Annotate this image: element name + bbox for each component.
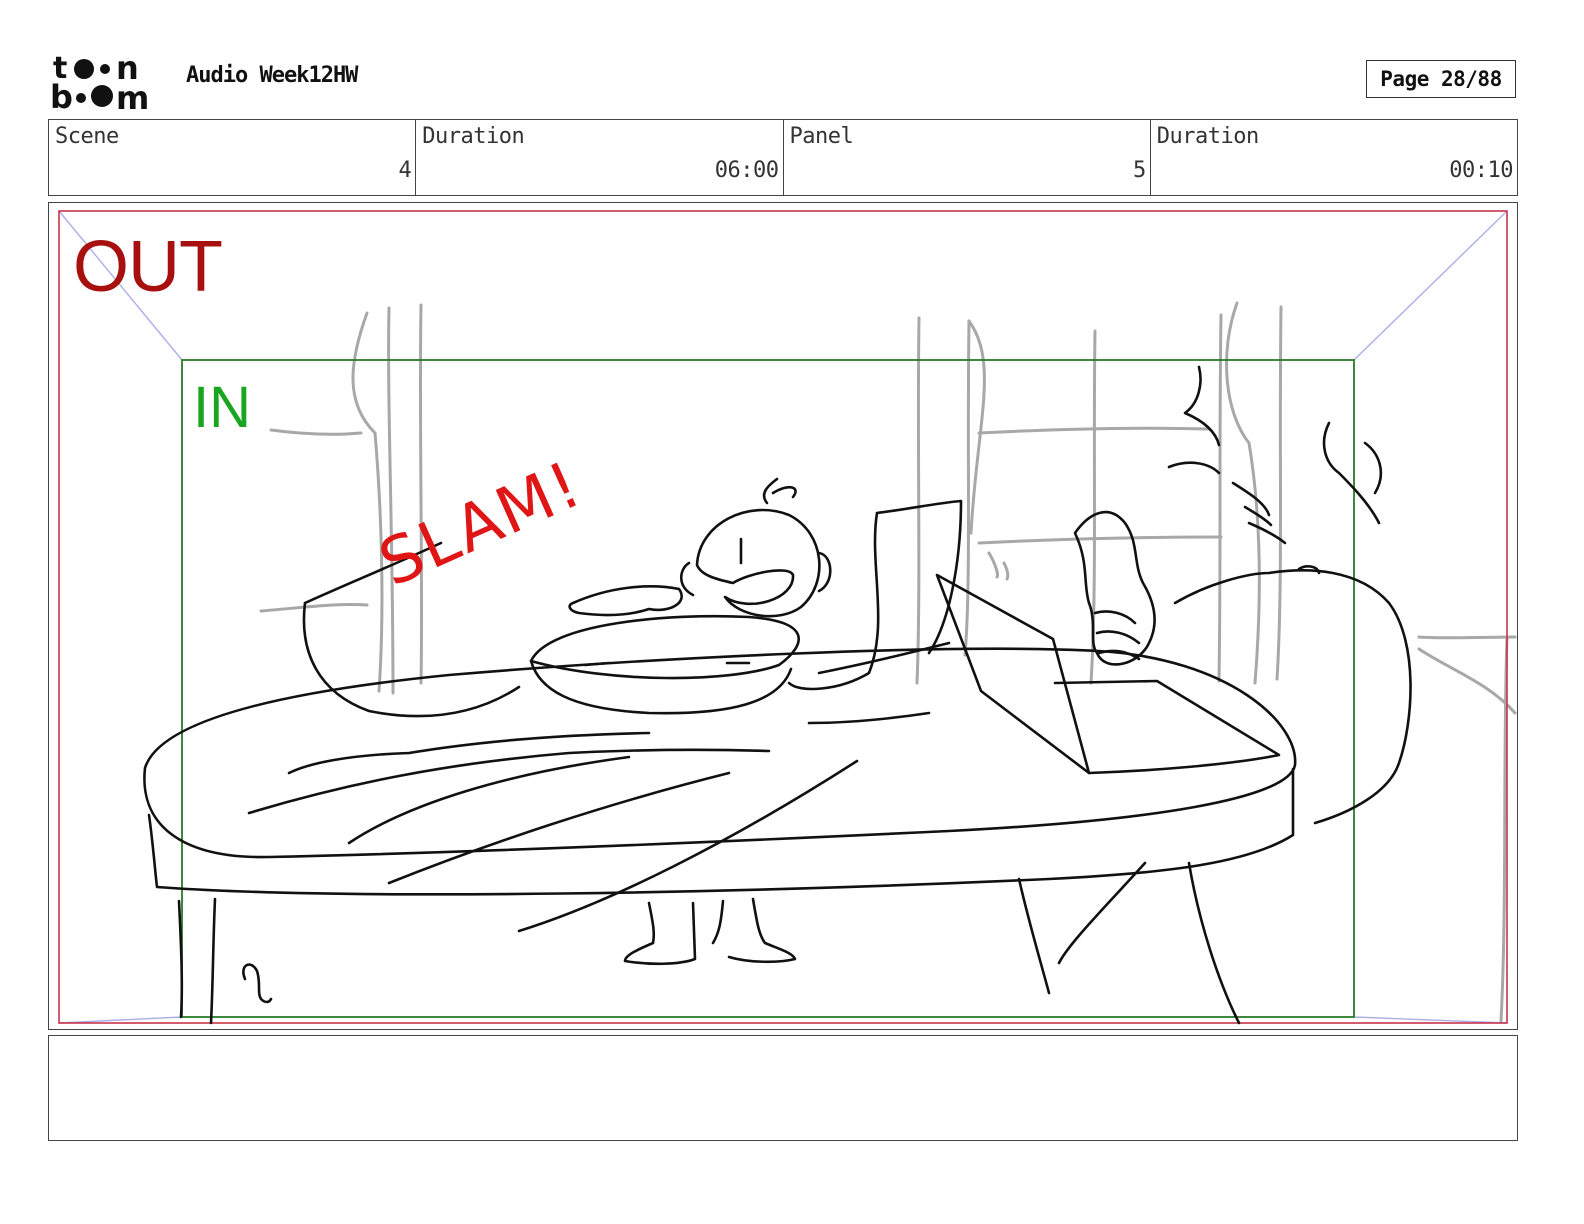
storyboard-sketch: [58, 210, 1517, 1025]
page-indicator: Page 28/88: [1366, 60, 1516, 98]
panel-info-row: Scene 4 Duration 06:00 Panel 5 Duration …: [48, 119, 1518, 196]
panel-value: 5: [1133, 158, 1146, 183]
storyboard-panel: OUT IN SLAM!: [48, 202, 1518, 1030]
out-frame: [58, 210, 1508, 1024]
panel-duration-cell: Duration 00:10: [1151, 120, 1517, 195]
panel-duration-value: 00:10: [1449, 158, 1513, 183]
scene-value: 4: [398, 158, 412, 183]
scene-duration-label: Duration: [422, 124, 525, 149]
svg-text:b: b: [50, 78, 73, 112]
toon-boom-logo-icon: t n b m: [50, 50, 149, 112]
scene-duration-cell: Duration 06:00: [416, 120, 784, 195]
panel-cell: Panel 5: [784, 120, 1151, 195]
scene-cell: Scene 4: [49, 120, 417, 195]
panel-notes-box: [48, 1035, 1518, 1141]
scene-duration-value: 06:00: [714, 158, 779, 183]
in-frame-label: IN: [193, 375, 251, 440]
panel-label: Panel: [789, 124, 854, 149]
camera-field-lines: [58, 210, 1508, 1024]
background-sketch: [259, 301, 1517, 1023]
panel-duration-label: Duration: [1156, 124, 1259, 149]
scene-label: Scene: [55, 124, 119, 149]
document-title: Audio Week12HW: [186, 63, 358, 88]
svg-text:m: m: [116, 79, 149, 112]
in-frame: [181, 359, 1355, 1018]
out-frame-label: OUT: [73, 227, 223, 307]
